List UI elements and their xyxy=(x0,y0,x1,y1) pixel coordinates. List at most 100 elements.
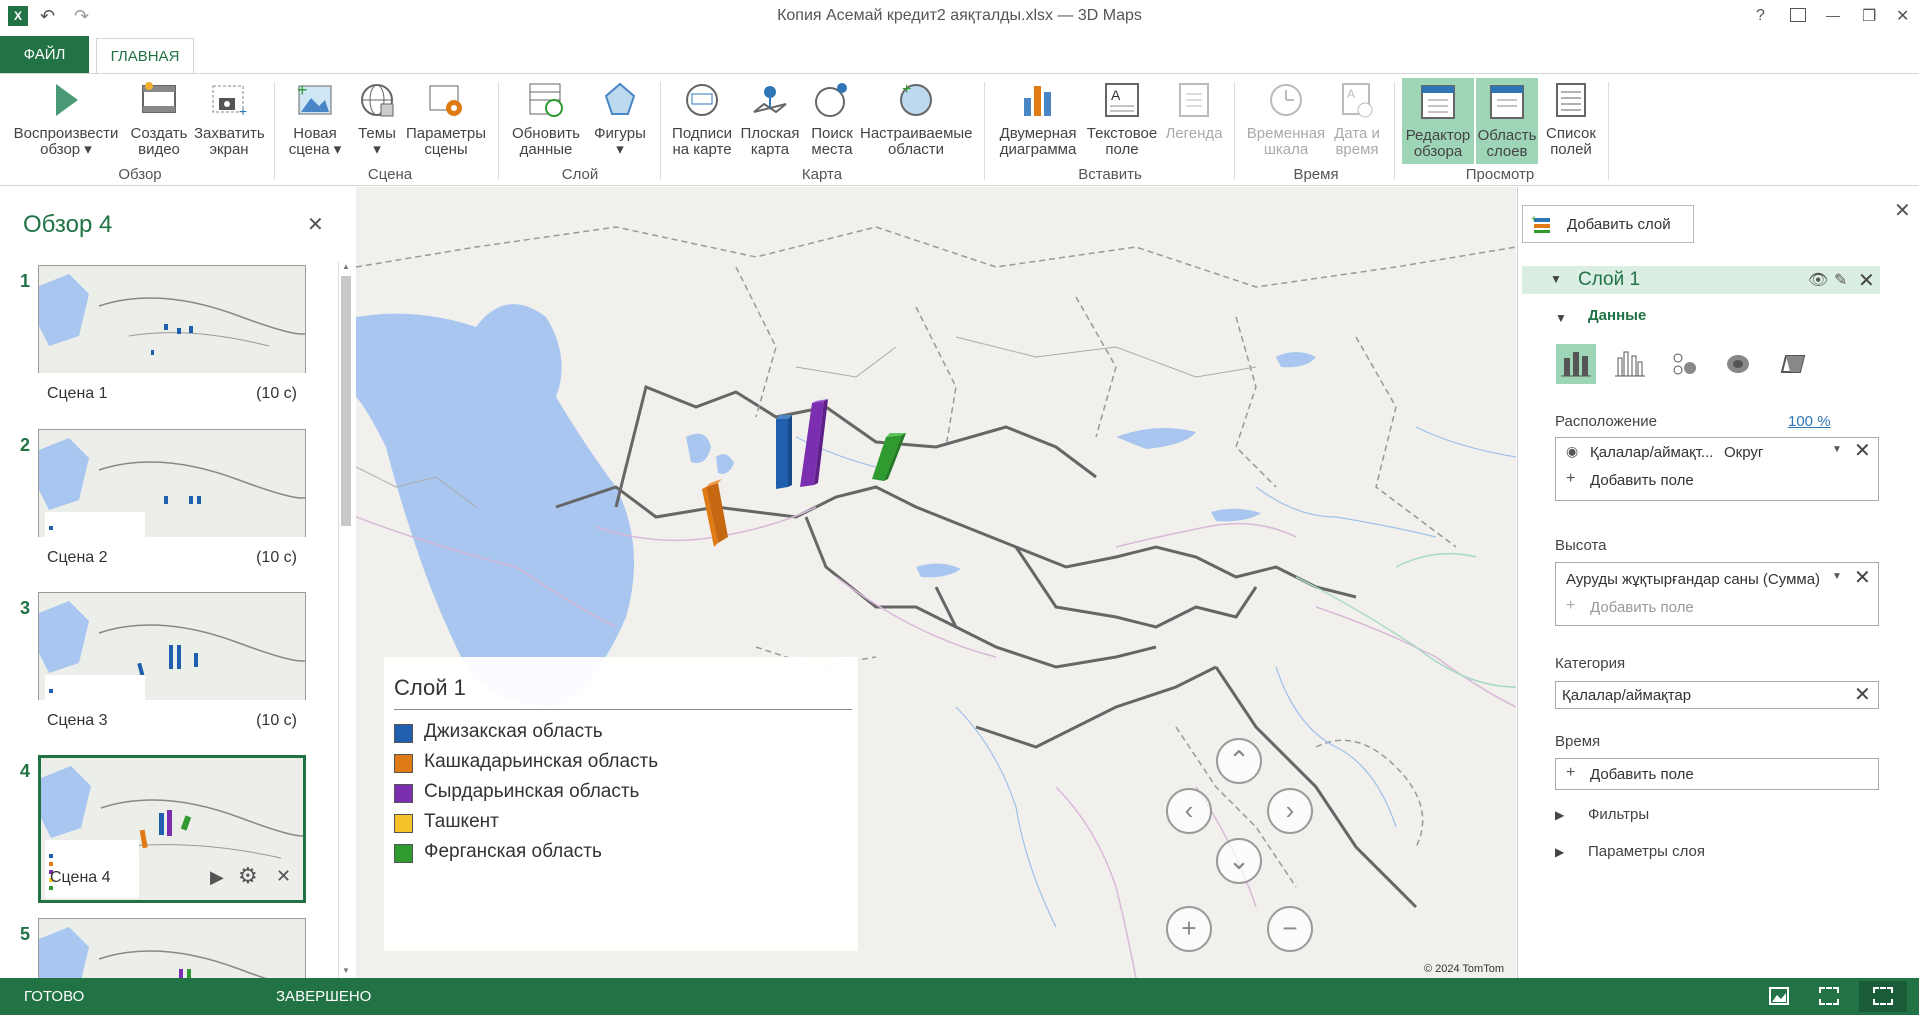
add-field-plus-icon[interactable]: + xyxy=(1566,764,1575,782)
scene-thumbnail[interactable]: 1 Сцена 1 (10 с) xyxy=(20,265,310,415)
chart-2d-label-2: диаграмма xyxy=(999,141,1077,158)
chart-2d-button[interactable]: Двумерная диаграмма xyxy=(996,80,1080,158)
scene-name: Сцена 1 xyxy=(47,385,108,402)
date-time-button[interactable]: A Дата и время xyxy=(1328,80,1386,158)
scroll-up-icon[interactable]: ▲ xyxy=(340,262,352,274)
viz-bubble-icon[interactable] xyxy=(1664,344,1704,384)
tab-file[interactable]: ФАЙЛ xyxy=(0,36,89,74)
collapse-data-icon[interactable]: ▼ xyxy=(1555,311,1567,325)
map-labels-button[interactable]: Подписи на карте xyxy=(668,80,736,158)
zoom-out-button[interactable]: − xyxy=(1267,906,1313,952)
column-jizzakh[interactable] xyxy=(776,415,792,489)
flat-map-label-2: карта xyxy=(750,141,790,158)
play-tour-button[interactable]: Воспроизвести обзор ▾ xyxy=(12,80,120,158)
scene-thumbnail-selected[interactable]: 4 Сцена 4 ▶ ⚙ ✕ xyxy=(20,755,310,905)
layer-options-section-title[interactable]: Параметры слоя xyxy=(1588,843,1705,860)
expand-layer-options-icon[interactable]: ▶ xyxy=(1555,845,1564,859)
remove-location-icon[interactable]: ✕ xyxy=(1854,438,1871,463)
scene-thumbnail[interactable]: 2 Сцена 2 (10 с) xyxy=(20,429,310,579)
add-layer-button[interactable]: + Добавить слой xyxy=(1522,205,1694,243)
legend-label: Кашкадарьинская область xyxy=(424,751,659,772)
time-field-box[interactable]: + Добавить поле xyxy=(1555,758,1879,790)
remove-height-icon[interactable]: ✕ xyxy=(1854,565,1871,590)
legend-button[interactable]: Легенда xyxy=(1162,80,1226,142)
scene-thumbnail[interactable]: 5 xyxy=(20,918,310,978)
scroll-down-icon[interactable]: ▼ xyxy=(340,966,352,978)
viz-region-icon[interactable] xyxy=(1772,344,1812,384)
tilt-down-button[interactable]: ⌄ xyxy=(1216,838,1262,884)
filters-section-title[interactable]: Фильтры xyxy=(1588,806,1649,823)
scene-settings-icon[interactable]: ⚙ xyxy=(238,863,258,889)
scene-options-button[interactable]: Параметры сцены xyxy=(406,80,486,158)
create-video-button[interactable]: Создать видео xyxy=(126,80,192,158)
layer-header[interactable]: ▼ Слой 1 👁 ✎ ✕ xyxy=(1522,266,1880,294)
themes-button[interactable]: Темы ▾ xyxy=(352,80,402,158)
location-percent-link[interactable]: 100 % xyxy=(1788,413,1831,430)
layer-name[interactable]: Слой 1 xyxy=(1578,269,1640,291)
collapse-layer-icon[interactable]: ▼ xyxy=(1550,272,1562,286)
globe-icon xyxy=(357,80,397,120)
tour-editor-button[interactable]: Редактор обзора xyxy=(1402,78,1474,164)
map-legend[interactable]: Слой 1 Джизакская область Кашкадарьинска… xyxy=(384,657,858,951)
flat-map-button[interactable]: Плоская карта xyxy=(738,80,802,158)
custom-regions-button[interactable]: + Настраиваемые области xyxy=(860,80,973,158)
close-tour-pane-icon[interactable]: ✕ xyxy=(307,213,324,237)
fullscreen-icon[interactable] xyxy=(1859,981,1907,1012)
location-radio-icon[interactable]: ◉ xyxy=(1566,443,1578,460)
chevron-down-icon[interactable]: ▼ xyxy=(1832,571,1842,582)
data-section-title[interactable]: Данные xyxy=(1588,307,1646,324)
text-box-button[interactable]: A Текстовое поле xyxy=(1084,80,1160,158)
play-scene-icon[interactable]: ▶ xyxy=(210,867,224,888)
viz-clustered-column-icon[interactable] xyxy=(1610,344,1650,384)
date-time-icon: A xyxy=(1337,80,1377,120)
scroll-thumb[interactable] xyxy=(341,276,351,526)
add-height-field-link[interactable]: Добавить поле xyxy=(1590,599,1694,616)
group-label-scene: Сцена xyxy=(367,166,413,183)
restore-button[interactable]: ❐ xyxy=(1862,6,1876,26)
chevron-down-icon[interactable]: ▼ xyxy=(1832,444,1842,455)
shapes-button[interactable]: Фигуры ▾ xyxy=(588,80,652,158)
group-label-layer: Слой xyxy=(561,166,599,183)
tab-home[interactable]: ГЛАВНАЯ xyxy=(96,38,194,75)
add-location-field-link[interactable]: Добавить поле xyxy=(1590,472,1694,489)
timeline-button[interactable]: Временная шкала xyxy=(1244,80,1328,158)
shapes-icon xyxy=(600,80,640,120)
add-time-field-link[interactable]: Добавить поле xyxy=(1590,766,1694,783)
rename-pencil-icon[interactable]: ✎ xyxy=(1834,270,1847,290)
help-button[interactable]: ? xyxy=(1756,7,1765,25)
delete-scene-icon[interactable]: ✕ xyxy=(276,866,291,887)
expand-filters-icon[interactable]: ▶ xyxy=(1555,808,1564,822)
viz-stacked-column-icon[interactable] xyxy=(1556,344,1596,384)
close-layer-pane-icon[interactable]: ✕ xyxy=(1894,199,1911,223)
picture-view-icon[interactable] xyxy=(1769,987,1789,1005)
scene-thumbnail[interactable]: 3 Сцена 3 (10 с) xyxy=(20,592,310,742)
ribbon-display-icon[interactable] xyxy=(1790,8,1806,22)
add-field-plus-icon[interactable]: + xyxy=(1566,470,1575,488)
zoom-in-button[interactable]: + xyxy=(1166,906,1212,952)
rotate-left-button[interactable]: ‹ xyxy=(1166,788,1212,834)
new-scene-label-2: сцена ▾ xyxy=(288,141,342,158)
close-window-button[interactable]: ✕ xyxy=(1896,6,1909,26)
svg-text:+: + xyxy=(239,103,247,119)
shapes-label-1: Фигуры xyxy=(594,125,646,142)
delete-layer-icon[interactable]: ✕ xyxy=(1858,268,1875,293)
remove-category-icon[interactable]: ✕ xyxy=(1854,682,1871,707)
field-list-button[interactable]: Список полей xyxy=(1540,80,1602,158)
refresh-data-button[interactable]: Обновить данные xyxy=(510,80,582,158)
visibility-eye-icon[interactable]: 👁 xyxy=(1808,270,1828,290)
minimize-button[interactable]: — xyxy=(1826,7,1840,23)
rotate-right-button[interactable]: › xyxy=(1267,788,1313,834)
fit-view-icon[interactable] xyxy=(1819,987,1839,1005)
location-type-dropdown[interactable]: Округ xyxy=(1724,444,1763,461)
add-field-plus-icon[interactable]: + xyxy=(1566,597,1575,615)
ribbon-separator xyxy=(1608,82,1609,180)
tour-scrollbar[interactable]: ▲ ▼ xyxy=(338,262,352,978)
map-canvas[interactable]: Слой 1 Джизакская область Кашкадарьинска… xyxy=(356,187,1516,978)
capture-screen-button[interactable]: + Захватить экран xyxy=(194,80,265,158)
date-time-label-2: время xyxy=(1335,141,1379,158)
layer-pane-button[interactable]: Область слоев xyxy=(1476,78,1538,164)
find-location-button[interactable]: Поиск места xyxy=(806,80,858,158)
tilt-up-button[interactable]: ⌃ xyxy=(1216,738,1262,784)
new-scene-button[interactable]: + Новая сцена ▾ xyxy=(284,80,346,158)
viz-heatmap-icon[interactable] xyxy=(1718,344,1758,384)
